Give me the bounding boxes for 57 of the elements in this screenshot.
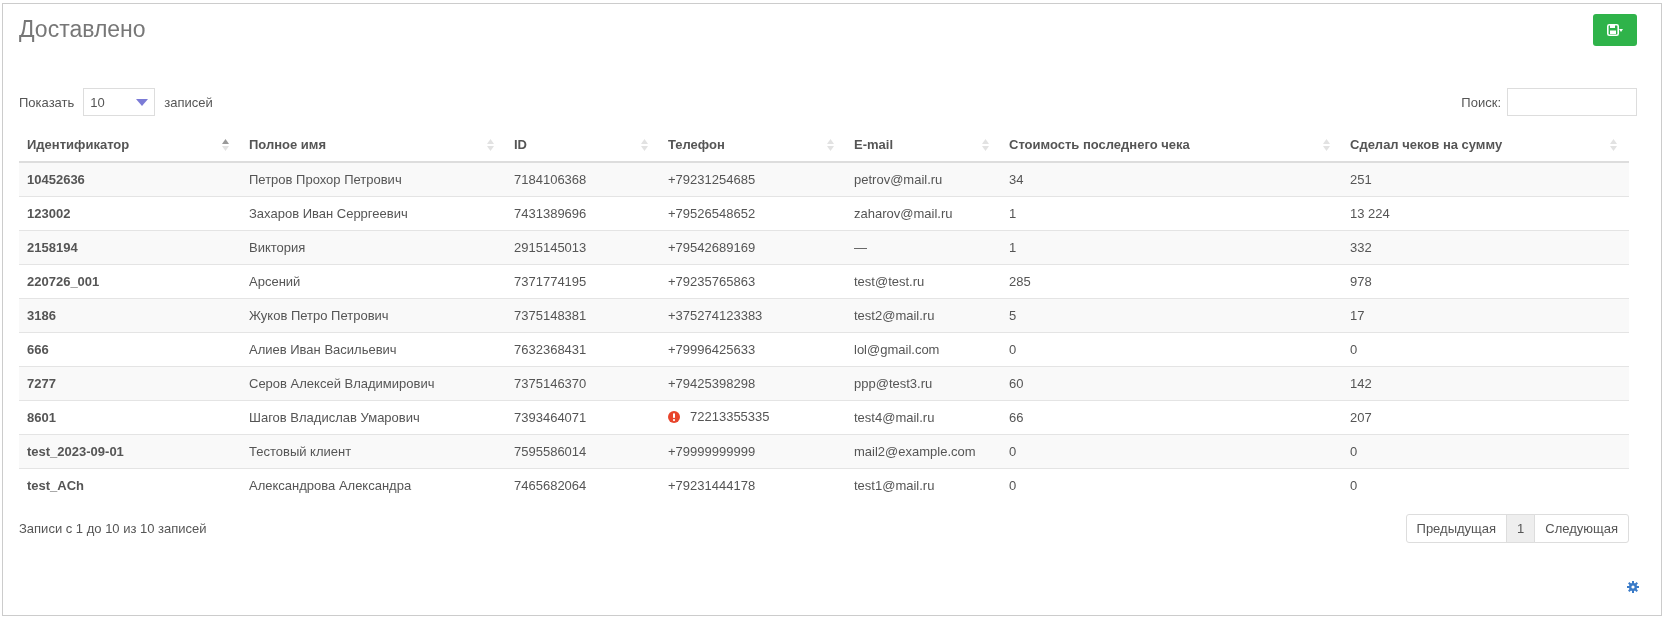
table-cell: Тестовый клиент xyxy=(241,434,506,469)
table-cell: +375274123383 xyxy=(660,298,846,333)
table-cell: 0 xyxy=(1342,434,1629,469)
save-icon xyxy=(1607,24,1623,36)
table-cell: ppp@test3.ru xyxy=(846,366,1001,401)
table-cell: 142 xyxy=(1342,366,1629,401)
table-cell: 1 xyxy=(1001,230,1342,265)
search-field[interactable] xyxy=(1507,88,1637,116)
table-cell: 7277 xyxy=(19,366,241,401)
pagination-button[interactable]: Следующая xyxy=(1534,514,1629,543)
records-label: записей xyxy=(164,94,213,110)
settings-icon[interactable] xyxy=(1627,581,1639,593)
table-cell: 7595586014 xyxy=(506,434,660,469)
table-cell: 7465682064 xyxy=(506,468,660,502)
table-cell: 0 xyxy=(1001,434,1342,469)
table-cell: 0 xyxy=(1342,468,1629,502)
page-size-select[interactable]: 10 xyxy=(83,88,156,116)
table-cell: +79425398298 xyxy=(660,366,846,401)
export-button[interactable] xyxy=(1593,14,1637,46)
warning-icon xyxy=(668,410,680,423)
page-title: Доставлено xyxy=(19,16,146,43)
table-cell: Петров Прохор Петрович xyxy=(241,162,506,197)
table-cell: test1@mail.ru xyxy=(846,468,1001,502)
table-cell: +79231444178 xyxy=(660,468,846,502)
table-cell: mail2@example.com xyxy=(846,434,1001,469)
table-cell: Жуков Петро Петрович xyxy=(241,298,506,333)
table-cell: +79231254685 xyxy=(660,162,846,197)
records-info: Записи с 1 до 10 из 10 записей xyxy=(19,521,207,536)
table-cell: 10452636 xyxy=(19,162,241,197)
table-cell: 60 xyxy=(1001,366,1342,401)
table-cell: 7375148381 xyxy=(506,298,660,333)
caret-icon xyxy=(136,98,149,106)
table-cell: petrov@mail.ru xyxy=(846,162,1001,197)
search-label: Поиск: xyxy=(1461,94,1501,110)
table-cell: test_ACh xyxy=(19,468,241,502)
table-cell: 17 xyxy=(1342,298,1629,333)
table-cell: test_2023-09-01 xyxy=(19,434,241,469)
pagination-button[interactable]: 1 xyxy=(1506,514,1536,543)
table-cell: 251 xyxy=(1342,162,1629,197)
table-cell: 0 xyxy=(1001,468,1342,502)
table-cell: 2915145013 xyxy=(506,230,660,265)
table-cell: test2@mail.ru xyxy=(846,298,1001,333)
table-cell: 3186 xyxy=(19,298,241,333)
table-cell: Виктория xyxy=(241,230,506,265)
table-cell: 2158194 xyxy=(19,230,241,265)
table-cell: 7375146370 xyxy=(506,366,660,401)
table-cell: Александрова Александра xyxy=(241,468,506,502)
show-label: Показать xyxy=(19,94,75,110)
table-cell: Серов Алексей Владимирович xyxy=(241,366,506,401)
table-cell: +79999999999 xyxy=(660,434,846,469)
table-cell: +79542689169 xyxy=(660,230,846,265)
table-cell: 34 xyxy=(1001,162,1342,197)
table-cell: 7184106368 xyxy=(506,162,660,197)
pagination-button[interactable]: Предыдущая xyxy=(1405,514,1508,543)
table-cell: — xyxy=(846,230,1001,265)
table-cell: 332 xyxy=(1342,230,1629,265)
table-cell: 5 xyxy=(1001,298,1342,333)
